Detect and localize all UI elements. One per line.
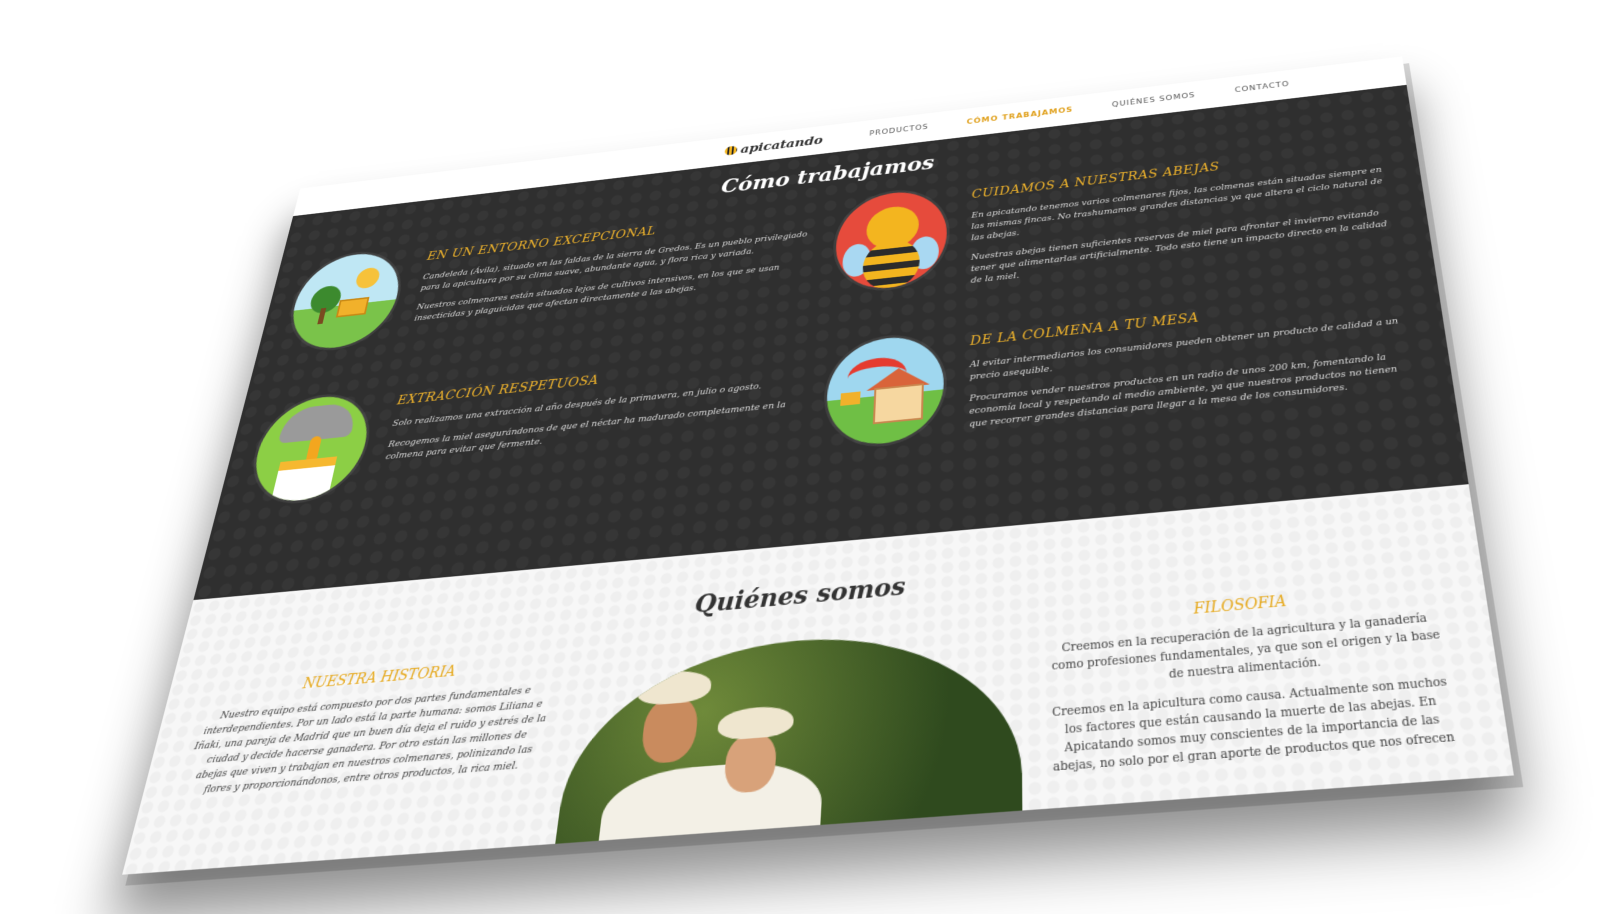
logo-text: apicatando <box>739 133 824 157</box>
filosofia-text: Creemos en la apicultura como causa. Act… <box>1052 675 1456 775</box>
filosofia-column: FILOSOFIA Creemos en la recuperación de … <box>1047 576 1462 788</box>
beekeepers-photo <box>549 621 1022 875</box>
nav-link-quienes-somos[interactable]: QUIÉNES SOMOS <box>1112 92 1196 109</box>
about-grid: NUESTRA HISTORIA Nuestro equipo está com… <box>122 572 1514 875</box>
hive-to-home-icon <box>823 332 945 450</box>
nav-link-productos[interactable]: PRODUCTOS <box>869 123 929 137</box>
honey-extractor-icon <box>244 391 377 506</box>
feature-card-mesa: DE LA COLMENA A TU MESA Al evitar interm… <box>823 284 1422 455</box>
nav-link-como-trabajamos[interactable]: CÓMO TRABAJAMOS <box>967 106 1074 126</box>
historia-column: NUESTRA HISTORIA Nuestro equipo está com… <box>181 651 556 800</box>
bee-logo-icon <box>724 145 738 156</box>
nav-link-contacto[interactable]: CONTACTO <box>1235 80 1290 94</box>
historia-text: Nuestro equipo está compuesto por dos pa… <box>193 684 547 796</box>
feature-card-extraccion: EXTRACCIÓN RESPETUOSA Solo realizamos un… <box>243 347 801 511</box>
website-page: apicatando PRODUCTOS CÓMO TRABAJAMOS QUI… <box>122 56 1514 875</box>
site-logo[interactable]: apicatando <box>724 133 823 158</box>
landscape-icon <box>283 248 408 354</box>
screenshot-stage: apicatando PRODUCTOS CÓMO TRABAJAMOS QUI… <box>0 0 1600 914</box>
bee-icon <box>833 186 948 294</box>
